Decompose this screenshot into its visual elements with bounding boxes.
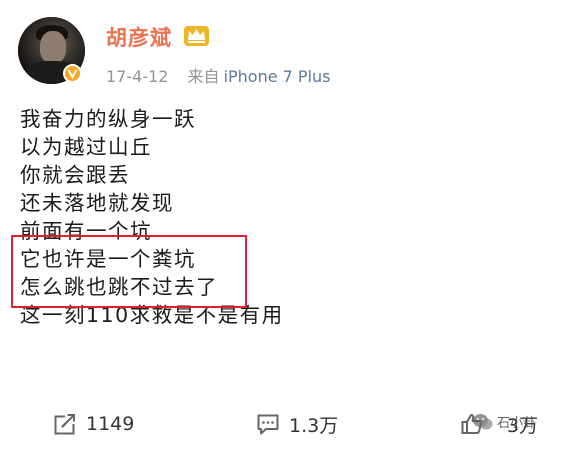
source-link[interactable]: iPhone 7 Plus [224, 67, 331, 86]
watermark-text: 石小卦 [497, 416, 537, 431]
post-time: 17-4-12 [106, 67, 169, 86]
wechat-icon [473, 413, 493, 429]
post-line: 还未落地就发现 [20, 191, 174, 215]
comment-button[interactable]: 1.3万 [256, 405, 338, 443]
post-meta: 17-4-12 来自 iPhone 7 Plus [106, 63, 331, 87]
weibo-post: 胡彦斌 17-4-12 来自 iPhone 7 Plus 我奋力的纵身一跃 以为越… [0, 0, 569, 450]
repost-button[interactable]: 1149 [53, 405, 134, 443]
highlight-box [11, 235, 247, 308]
comment-icon [257, 414, 279, 435]
repost-icon [54, 413, 76, 435]
post-line: 我奋力的纵身一跃 [20, 107, 196, 131]
post-line: 你就会跟丢 [20, 163, 130, 187]
username[interactable]: 胡彦斌 [106, 22, 172, 52]
comment-count: 1.3万 [289, 414, 339, 437]
post-line: 以为越过山丘 [20, 135, 152, 159]
repost-count: 1149 [86, 413, 135, 435]
watermark: 石小卦 [472, 412, 536, 431]
crown-icon [184, 26, 209, 46]
source-prefix: 来自 [187, 67, 220, 86]
verified-badge-icon [63, 64, 82, 83]
